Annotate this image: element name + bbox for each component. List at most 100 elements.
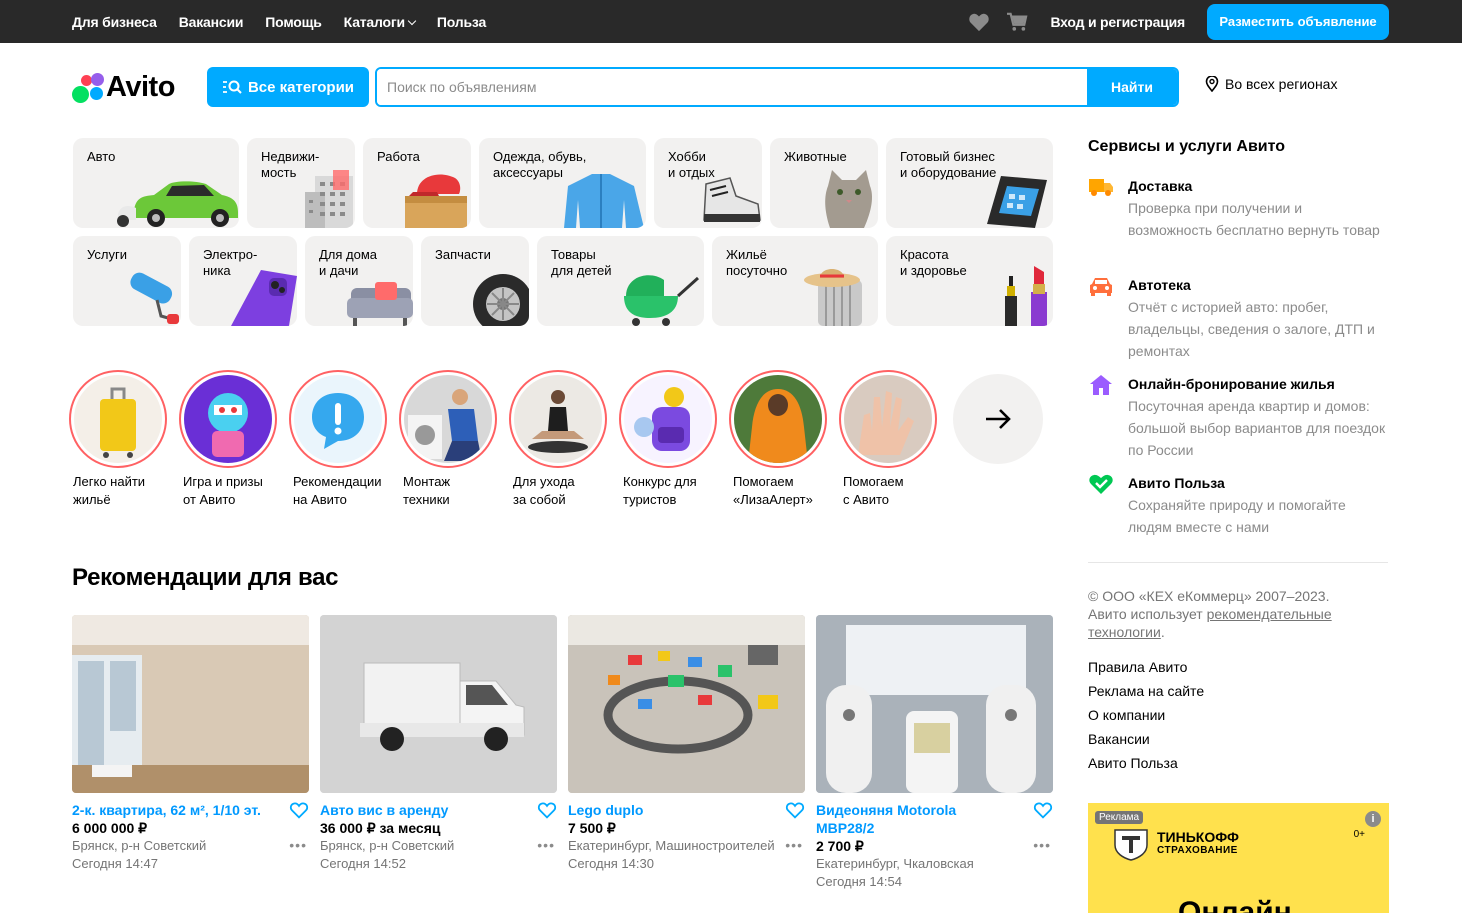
listing-title[interactable]: Видеоняня Motorola MBP28/2 (816, 801, 1016, 837)
listing-price: 36 000 ₽ за месяц (320, 820, 441, 836)
nav-benefit-link[interactable]: Польза (437, 14, 486, 30)
all-categories-button[interactable]: Все категории (207, 67, 369, 107)
avito-logo[interactable]: Avito (72, 71, 175, 104)
category-services[interactable]: Услуги (73, 236, 181, 326)
more-options-icon[interactable]: ••• (785, 837, 803, 853)
search-input[interactable] (377, 69, 1087, 105)
story-ring (399, 370, 497, 468)
favorite-heart-icon[interactable] (785, 801, 805, 819)
story-lizaalert[interactable]: Помогаем «ЛизаАлерт» (729, 370, 827, 509)
service-benefit[interactable]: Авито Польза Сохраняйте природу и помога… (1088, 473, 1388, 538)
listing-image[interactable] (568, 615, 805, 793)
info-icon[interactable]: i (1365, 811, 1381, 827)
cap-box-icon (405, 174, 467, 228)
listing-location: Екатеринбург, Машиностроителей (568, 838, 775, 853)
story-recommendations[interactable]: Рекомендации на Авито (289, 370, 387, 509)
favorite-heart-icon[interactable] (1033, 801, 1053, 819)
listing-image[interactable] (72, 615, 309, 793)
story-selfcare[interactable]: Для ухода за собой (509, 370, 607, 509)
listing-title[interactable]: 2-к. квартира, 62 м², 1/10 эт. (72, 801, 272, 819)
stories-next-button[interactable] (953, 374, 1043, 464)
footer-link-ads[interactable]: Реклама на сайте (1088, 679, 1204, 703)
story-installation[interactable]: Монтаж техники (399, 370, 497, 509)
building-icon (305, 170, 353, 228)
house-icon (1090, 375, 1112, 395)
category-parts[interactable]: Запчасти (421, 236, 529, 326)
listing-date: Сегодня 14:47 (72, 856, 158, 871)
footer-link-about[interactable]: О компании (1088, 703, 1204, 727)
footer-link-vacancies[interactable]: Вакансии (1088, 727, 1204, 751)
story-ring (69, 370, 167, 468)
ad-headline: Онлайн (1178, 896, 1292, 913)
listing-card[interactable]: Авто вис в аренду 36 000 ₽ за месяц Брян… (320, 615, 557, 873)
all-categories-label: Все категории (247, 78, 355, 96)
cat-icon (825, 170, 872, 228)
login-link[interactable]: Вход и регистрация (1050, 14, 1185, 30)
search-button[interactable]: Найти (1087, 69, 1177, 105)
story-image (734, 375, 822, 463)
story-help[interactable]: Помогаем с Авито (839, 370, 937, 509)
period: . (1160, 624, 1165, 640)
region-selector[interactable]: Во всех регионах (1205, 76, 1337, 92)
chevron-down-icon (407, 16, 417, 25)
more-options-icon[interactable]: ••• (537, 837, 555, 853)
ad-brand-name: ТИНЬКОФФ (1157, 829, 1239, 845)
category-daily-rent[interactable]: Жильё посуточно (712, 236, 878, 326)
listing-image[interactable] (816, 615, 1053, 793)
category-kids[interactable]: Товары для детей (537, 236, 704, 326)
paint-roller-icon (130, 272, 179, 324)
category-realty[interactable]: Недвижи- мость (247, 138, 355, 228)
more-options-icon[interactable]: ••• (1033, 837, 1051, 853)
story-caption: Монтаж техники (403, 474, 451, 507)
post-ad-button[interactable]: Разместить объявление (1207, 3, 1389, 40)
footer-link-benefit[interactable]: Авито Польза (1088, 751, 1204, 775)
listing-image[interactable] (320, 615, 557, 793)
category-work[interactable]: Работа (363, 138, 471, 228)
service-delivery[interactable]: Доставка Проверка при получении и возмож… (1088, 176, 1388, 241)
listing-title[interactable]: Lego duplo (568, 801, 768, 819)
more-options-icon[interactable]: ••• (289, 837, 307, 853)
technician-icon (408, 389, 482, 461)
nav-catalogs-link[interactable]: Каталоги (344, 14, 417, 30)
category-home[interactable]: Для дома и дачи (305, 236, 413, 326)
category-label: Красота и здоровье (900, 247, 967, 278)
story-game[interactable]: Игра и призы от Авито (179, 370, 277, 509)
footer-link-rules[interactable]: Правила Авито (1088, 655, 1204, 679)
category-electronics[interactable]: Электро- ника (189, 236, 297, 326)
ad-banner[interactable]: Реклама i 0+ ТИНЬКОФФ СТРАХОВАНИЕ Онлайн (1088, 803, 1389, 913)
favorites-heart-icon[interactable] (968, 12, 990, 32)
category-auto[interactable]: Авто (73, 138, 239, 228)
story-image (74, 375, 162, 463)
nav-help-link[interactable]: Помощь (265, 14, 322, 30)
service-booking[interactable]: Онлайн-бронирование жилья Посуточная аре… (1088, 374, 1388, 461)
nav-business-link[interactable]: Для бизнеса (72, 14, 157, 30)
nav-vacancies-link[interactable]: Вакансии (179, 14, 244, 30)
category-business[interactable]: Готовый бизнес и оборудование (886, 138, 1053, 228)
game-character-icon (208, 393, 248, 457)
category-animals[interactable]: Животные (770, 138, 878, 228)
service-autoteka[interactable]: Автотека Отчёт с историей авто: пробег, … (1088, 275, 1388, 362)
story-ring (179, 370, 277, 468)
category-label: Авто (87, 149, 116, 164)
category-label: Запчасти (435, 247, 491, 262)
exclamation-bubble-icon (312, 393, 364, 449)
listing-title[interactable]: Авто вис в аренду (320, 801, 520, 819)
favorite-heart-icon[interactable] (289, 801, 309, 819)
lipstick-icon (1005, 266, 1047, 326)
copyright-block: © ООО «КЕХ еКоммерц» 2007–2023. Авито ис… (1088, 587, 1388, 641)
listing-card[interactable]: Lego duplo 7 500 ₽ Екатеринбург, Машинос… (568, 615, 805, 873)
yoga-icon (528, 390, 588, 453)
category-clothes[interactable]: Одежда, обувь, аксессуары (479, 138, 646, 228)
favorite-heart-icon[interactable] (537, 801, 557, 819)
heart-leaf-icon (1089, 474, 1113, 494)
cart-icon[interactable] (1006, 12, 1028, 32)
story-housing[interactable]: Легко найти жильё (69, 370, 167, 509)
story-image (624, 375, 712, 463)
listing-card[interactable]: 2-к. квартира, 62 м², 1/10 эт. 6 000 000… (72, 615, 309, 873)
baby-monitor-photo (816, 615, 1053, 793)
category-hobby[interactable]: Хобби и отдых (654, 138, 762, 228)
category-beauty[interactable]: Красота и здоровье (886, 236, 1053, 326)
listing-card[interactable]: Видеоняня Motorola MBP28/2 2 700 ₽ Екате… (816, 615, 1053, 891)
story-tourist-contest[interactable]: Конкурс для туристов (619, 370, 717, 509)
sofa-icon (347, 282, 413, 326)
